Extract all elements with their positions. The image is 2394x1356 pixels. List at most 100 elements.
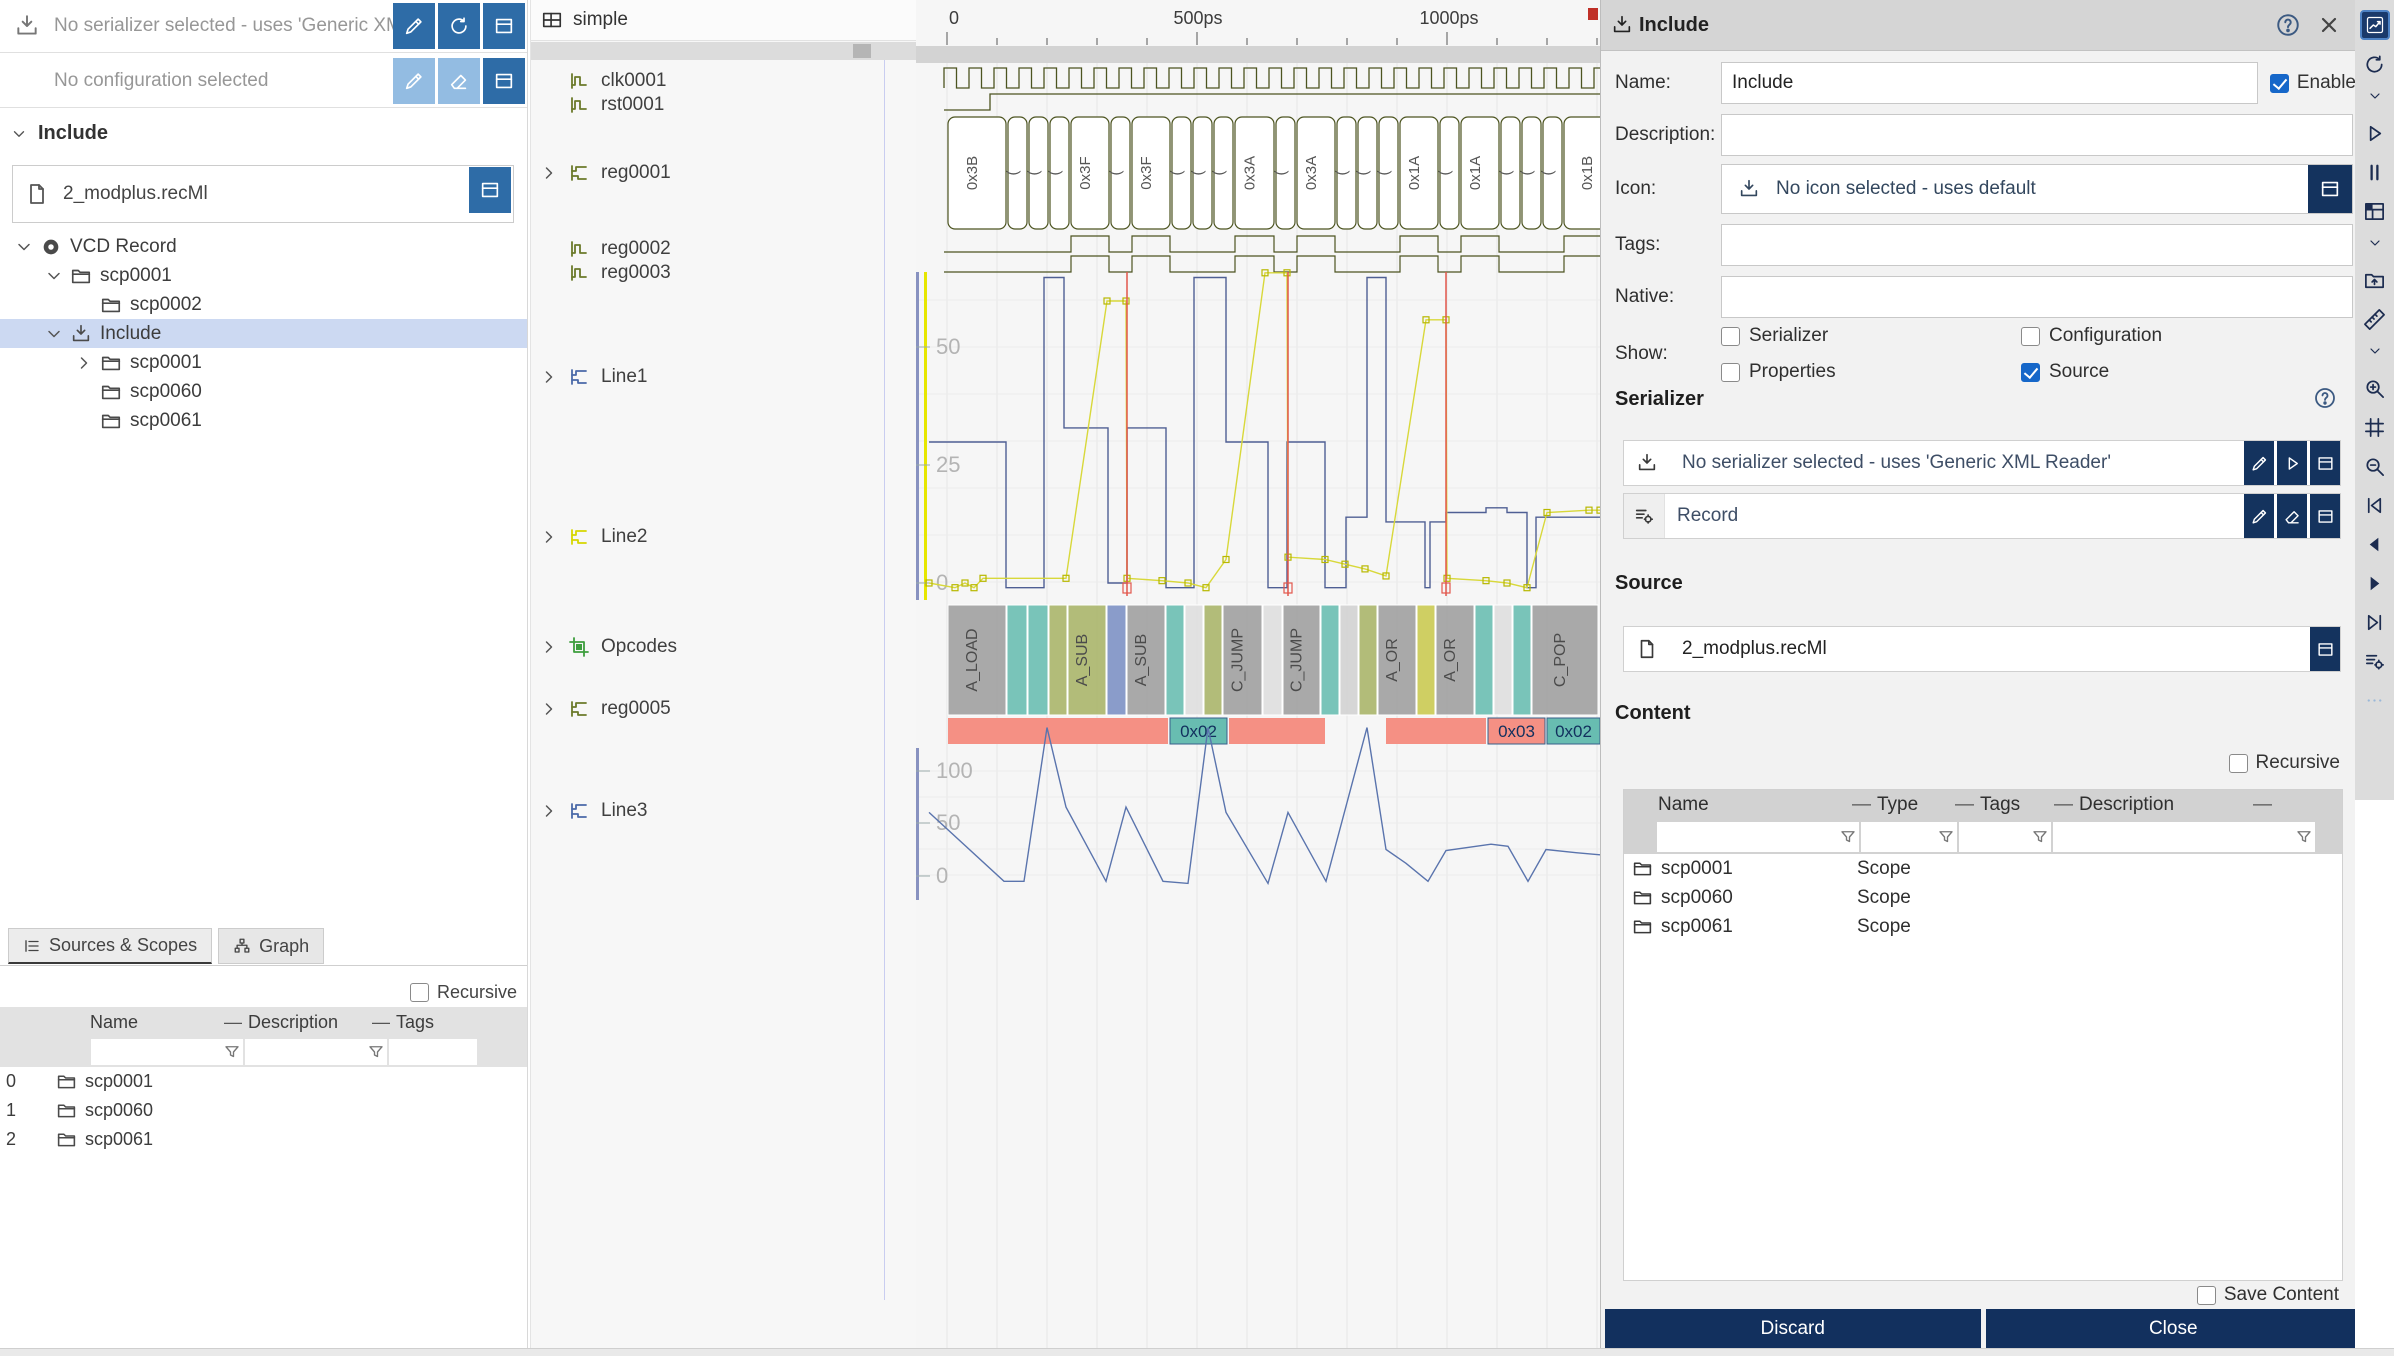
- column-header[interactable]: Type: [1877, 794, 1949, 816]
- tab-sources-scopes[interactable]: Sources & Scopes: [8, 928, 212, 964]
- chevron-right-icon[interactable]: [74, 353, 94, 373]
- open-source-window-button[interactable]: [2310, 627, 2340, 671]
- help-icon[interactable]: [2313, 386, 2337, 410]
- column-header[interactable]: Description: [248, 1012, 366, 1033]
- open-file-window-button[interactable]: [469, 167, 511, 213]
- chevron-down-button[interactable]: [2355, 235, 2394, 251]
- view-chart-button[interactable]: [2360, 10, 2390, 40]
- signal-item-reg0002[interactable]: reg0002: [531, 236, 917, 262]
- open-icon-window-button[interactable]: [2308, 165, 2352, 213]
- save-content-checkbox[interactable]: [2197, 1286, 2216, 1305]
- play-button[interactable]: [2355, 118, 2394, 148]
- source-file-row[interactable]: 2_modplus.recMl: [1623, 626, 2341, 672]
- close-button[interactable]: Close: [1986, 1309, 2362, 1349]
- signal-item-reg0001[interactable]: reg0001: [531, 160, 917, 186]
- name-field[interactable]: [1721, 62, 2258, 104]
- show-serializer-checkbox[interactable]: [1721, 327, 1740, 346]
- native-field[interactable]: [1721, 276, 2353, 318]
- signal-item-line2[interactable]: Line2: [531, 524, 917, 550]
- description-filter-input[interactable]: [245, 1039, 387, 1065]
- chevron-right-icon[interactable]: [539, 367, 559, 387]
- column-header[interactable]: Name: [90, 1012, 218, 1033]
- name-filter-input[interactable]: [91, 1039, 243, 1065]
- signal-item-reg0003[interactable]: reg0003: [531, 260, 917, 286]
- chevron-down-icon[interactable]: [14, 237, 34, 257]
- edit-serializer-button[interactable]: [2244, 441, 2274, 485]
- signals-hscrollbar[interactable]: [531, 42, 917, 60]
- show-properties-checkbox[interactable]: [1721, 363, 1740, 382]
- chevron-right-icon[interactable]: [539, 527, 559, 547]
- include-section-header[interactable]: Include: [10, 122, 108, 145]
- chevron-down-icon[interactable]: [44, 266, 64, 286]
- table-row[interactable]: 2scp0061: [0, 1125, 527, 1154]
- refresh-serializer-button[interactable]: [438, 3, 480, 49]
- tags-filter-input[interactable]: [389, 1039, 477, 1065]
- list-gear-button[interactable]: [2355, 646, 2394, 676]
- content-table-row[interactable]: scp0061Scope: [1624, 912, 2342, 941]
- zoom-out-button[interactable]: [2355, 451, 2394, 481]
- type-filter-input[interactable]: [1861, 822, 1957, 852]
- refresh-button[interactable]: [2355, 49, 2394, 79]
- name-filter-input[interactable]: [1657, 822, 1859, 852]
- open-configuration-window-button[interactable]: [483, 58, 525, 104]
- recursive-checkbox[interactable]: [410, 983, 429, 1002]
- skip-start-button[interactable]: [2355, 490, 2394, 520]
- open-record-window-button[interactable]: [2310, 494, 2340, 538]
- signal-item-line3[interactable]: Line3: [531, 798, 917, 824]
- description-filter-input[interactable]: [2053, 822, 2315, 852]
- chevron-right-icon[interactable]: [539, 637, 559, 657]
- file-item[interactable]: 2_modplus.recMl: [12, 165, 514, 223]
- serializer-row[interactable]: No serializer selected - uses 'Generic X…: [1623, 440, 2341, 486]
- ruler-button[interactable]: [2355, 304, 2394, 334]
- pause-button[interactable]: [2355, 157, 2394, 187]
- funnel-icon[interactable]: [367, 1043, 385, 1061]
- step-forward-button[interactable]: [2355, 568, 2394, 598]
- column-header[interactable]: Tags: [1980, 794, 2048, 816]
- clear-record-button[interactable]: [2277, 494, 2307, 538]
- edit-configuration-button[interactable]: [393, 58, 435, 104]
- zoom-in-button[interactable]: [2355, 373, 2394, 403]
- tree-item-vcd-record[interactable]: VCD Record: [0, 232, 527, 261]
- signal-item-line1[interactable]: Line1: [531, 364, 917, 390]
- description-field[interactable]: [1721, 114, 2353, 156]
- waveform-panel[interactable]: 0500ps1000ps0x3B(((0x3F(0x3F(((0x3A(0x3A…: [916, 0, 1600, 1348]
- show-source-checkbox[interactable]: [2021, 363, 2040, 382]
- column-header[interactable]: Description: [2079, 794, 2247, 816]
- show-configuration-checkbox[interactable]: [2021, 327, 2040, 346]
- table-row[interactable]: 1scp0060: [0, 1096, 527, 1125]
- content-recursive-checkbox[interactable]: [2229, 754, 2248, 773]
- tags-filter-input[interactable]: [1959, 822, 2051, 852]
- close-icon[interactable]: [2317, 13, 2341, 37]
- discard-button[interactable]: Discard: [1605, 1309, 1981, 1349]
- tab-graph[interactable]: Graph: [218, 928, 324, 964]
- help-icon[interactable]: [2275, 12, 2301, 38]
- content-table-row[interactable]: scp0001Scope: [1624, 854, 2342, 883]
- chevron-down-button[interactable]: [2355, 343, 2394, 359]
- column-header[interactable]: Name: [1658, 794, 1846, 816]
- tree-item-scp0001[interactable]: scp0001: [0, 348, 527, 377]
- enable-checkbox[interactable]: [2270, 74, 2289, 93]
- tree-item-scp0061[interactable]: scp0061: [0, 406, 527, 435]
- column-header[interactable]: Tags: [396, 1012, 486, 1033]
- tree-item-scp0002[interactable]: scp0002: [0, 290, 527, 319]
- icon-selector[interactable]: No icon selected - uses default: [1721, 164, 2353, 214]
- chevron-right-icon[interactable]: [539, 163, 559, 183]
- grid-window-button[interactable]: [2355, 196, 2394, 226]
- signal-item-reg0005[interactable]: reg0005: [531, 696, 917, 722]
- chevron-right-icon[interactable]: [539, 699, 559, 719]
- tree-item-scp0001[interactable]: scp0001: [0, 261, 527, 290]
- signal-item-opcodes[interactable]: Opcodes: [531, 634, 917, 660]
- edit-serializer-button[interactable]: [393, 3, 435, 49]
- signal-item-clk0001[interactable]: clk0001: [531, 68, 917, 94]
- record-row[interactable]: Record: [1623, 493, 2341, 539]
- skip-end-button[interactable]: [2355, 607, 2394, 637]
- grid-crop-button[interactable]: [2355, 412, 2394, 442]
- chevron-right-icon[interactable]: [539, 801, 559, 821]
- chevron-down-icon[interactable]: [44, 324, 64, 344]
- tree-item-include[interactable]: Include: [0, 319, 527, 348]
- open-serializer-window-button[interactable]: [483, 3, 525, 49]
- more-dots[interactable]: [2355, 685, 2394, 715]
- open-serializer-window-button[interactable]: [2310, 441, 2340, 485]
- scrollbar-thumb[interactable]: [853, 44, 871, 58]
- signal-item-rst0001[interactable]: rst0001: [531, 92, 917, 118]
